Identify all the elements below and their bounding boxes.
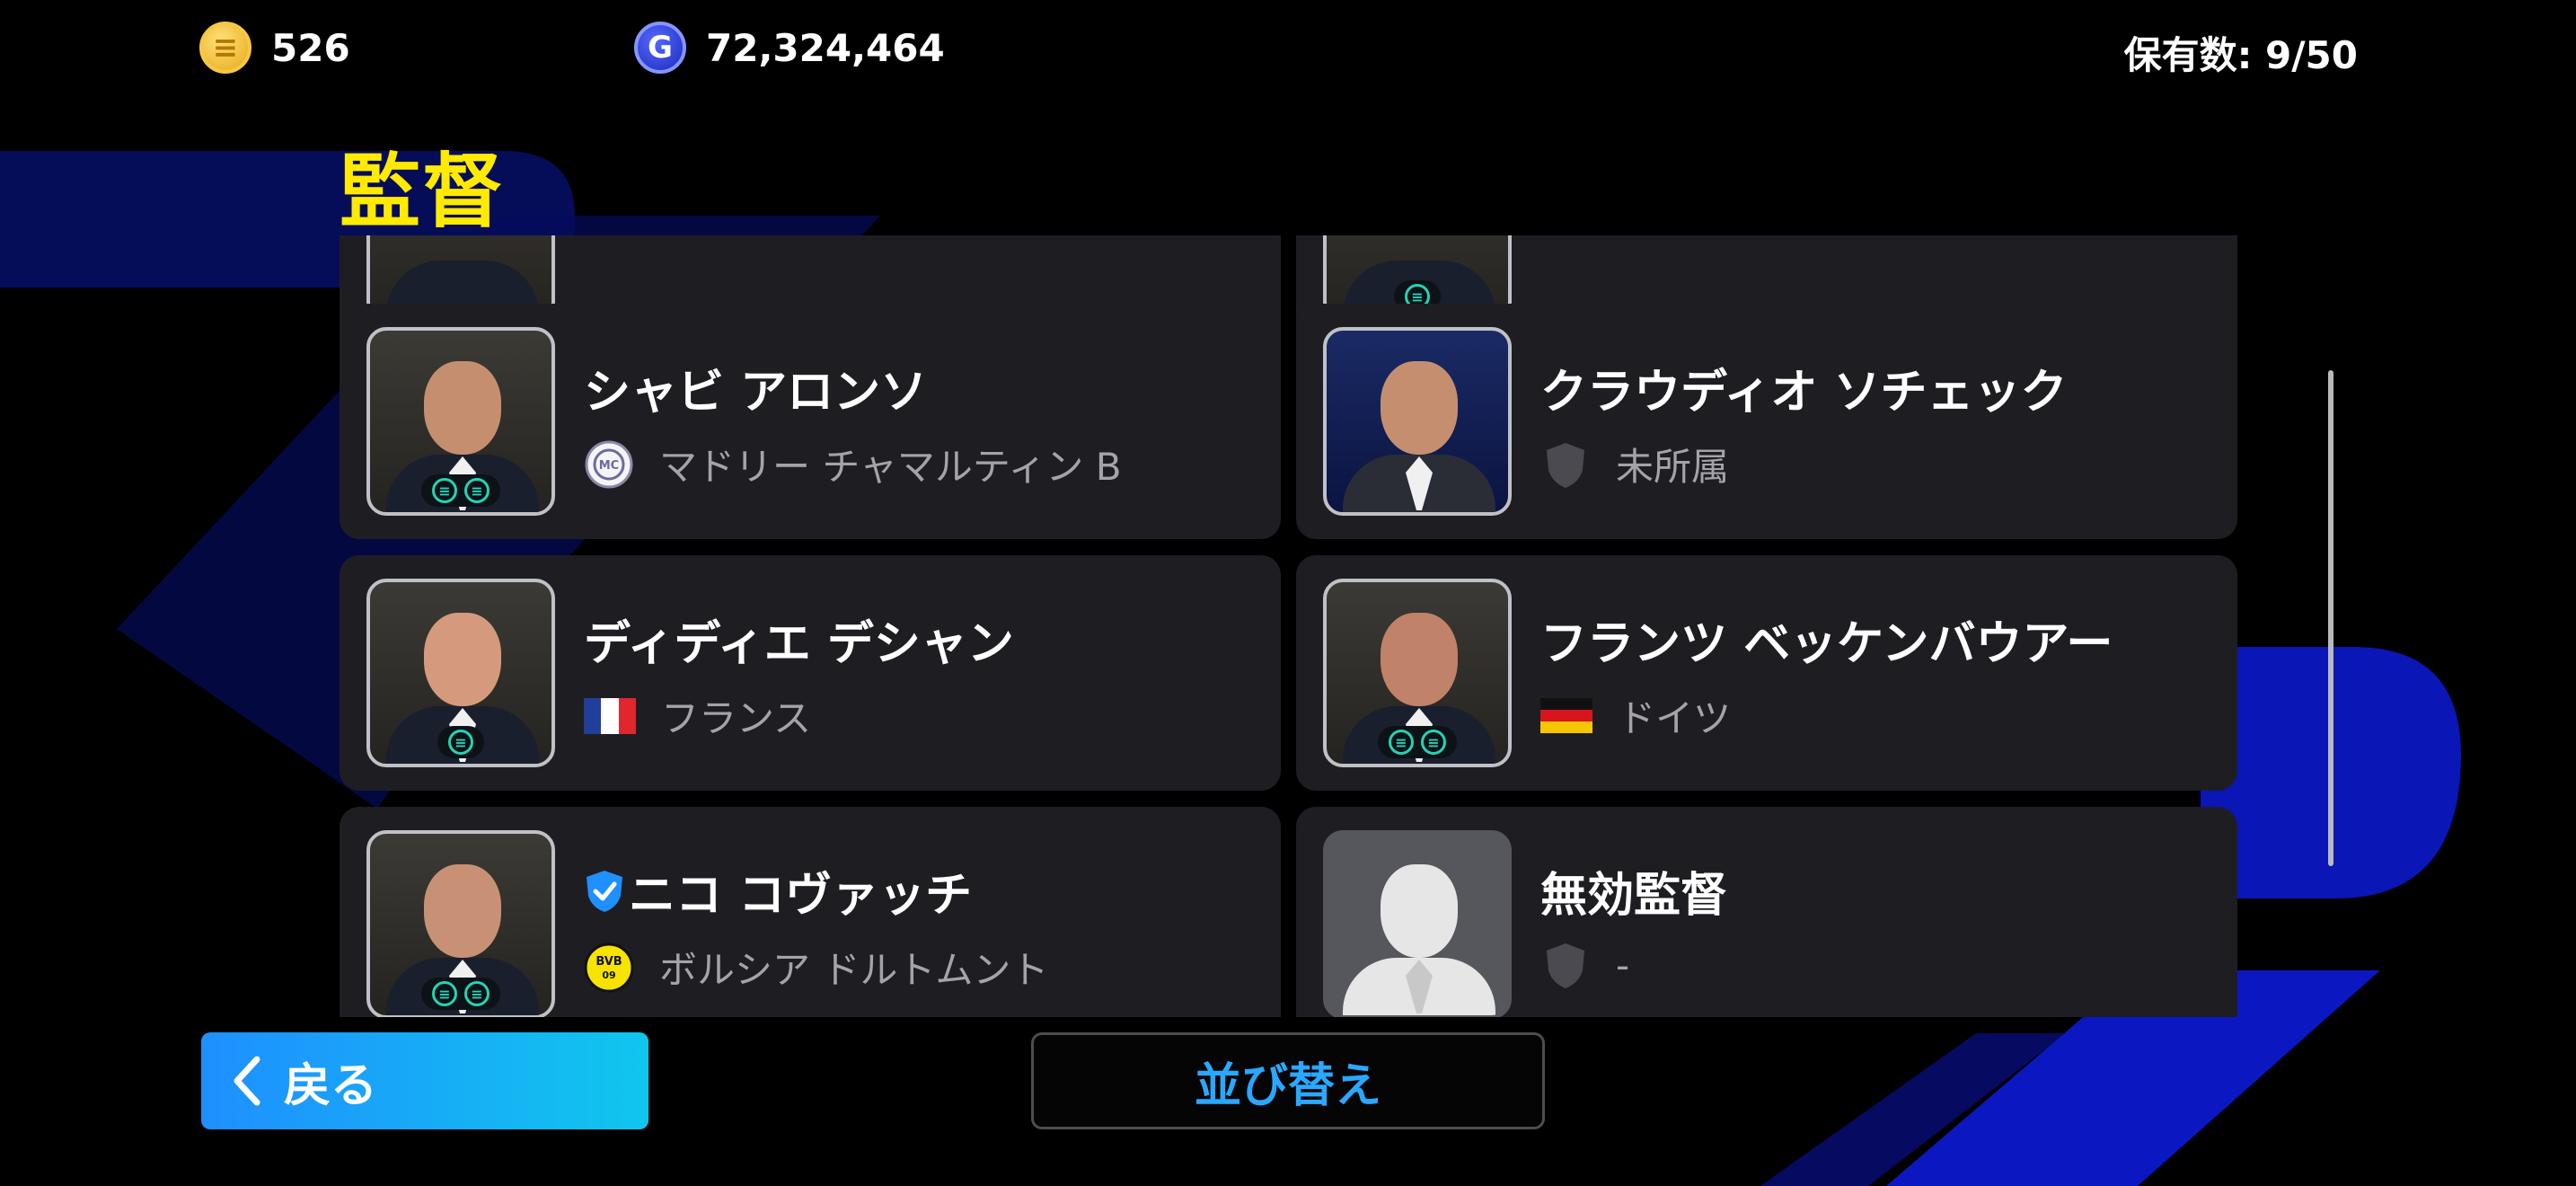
top-bar: ≡ 526 G 72,324,464 保有数: 9/50 <box>0 0 2576 99</box>
manager-name-text: ニコ コヴァッチ <box>629 869 973 923</box>
skill-badges: ≡ ≡ <box>421 978 500 1010</box>
portrait-head <box>1381 613 1458 706</box>
e-badge-icon: ≡ <box>464 981 490 1006</box>
empty-shield-icon <box>1540 940 1591 990</box>
manager-name: クラウディオ ソチェック <box>1540 354 2067 421</box>
manager-name: ニコ コヴァッチ <box>584 857 972 925</box>
manager-team: BVB 09 ボルシア ドルトムント <box>584 940 1048 995</box>
manager-card[interactable]: ≡ ≡ フランツ ベッケンバウアー ドイツ <box>1296 555 2237 791</box>
sort-button-label: 並び替え <box>1194 1058 1381 1113</box>
manager-name-text: 無効監督 <box>1540 869 1728 923</box>
sort-button[interactable]: 並び替え <box>1031 1032 1545 1129</box>
e-badge-icon: ≡ <box>432 981 457 1006</box>
portrait-head <box>424 613 501 706</box>
germany-flag-icon <box>1540 697 1592 734</box>
manager-card[interactable]: ≡ ≡ シャビ アロンソ MC マドリー チャマルティン B <box>340 304 1281 539</box>
manager-name-text: ディディエ デシャン <box>584 617 1014 671</box>
manager-name-text: フランツ ベッケンバウアー <box>1540 617 2113 671</box>
manager-name: ディディエ デシャン <box>584 606 1014 673</box>
manager-name: フランツ ベッケンバウアー <box>1540 606 2113 673</box>
manager-portrait-placeholder <box>1323 830 1512 1017</box>
portrait-head <box>1381 361 1458 455</box>
gp-balance: G 72,324,464 <box>634 22 945 74</box>
coin-value: 526 <box>271 25 350 70</box>
france-flag-icon <box>584 697 636 734</box>
manager-card[interactable]: ≡ ≡ ニコ コヴァッチ BVB 09 ボルシア ドルトムント <box>340 807 1281 1017</box>
empty-shield-icon <box>1540 439 1591 490</box>
manager-team: ドイツ <box>1540 688 1731 743</box>
portrait-head <box>424 864 501 958</box>
back-button[interactable]: 戻る <box>201 1032 648 1129</box>
skill-badges: ≡ ≡ <box>1378 726 1457 758</box>
e-badge-icon: ≡ <box>448 730 473 755</box>
bvb-crest-icon: BVB 09 <box>584 943 634 993</box>
silhouette-head <box>1381 864 1458 958</box>
e-badge-icon: ≡ <box>1421 730 1446 755</box>
team-name: フランス <box>661 696 812 740</box>
scrollbar[interactable] <box>2328 370 2333 866</box>
holdings-count: 保有数: 9/50 <box>2123 33 2358 77</box>
manager-card[interactable]: クラウディオ ソチェック 未所属 <box>1296 304 2237 539</box>
skill-badges: ≡ ≡ <box>421 474 500 507</box>
e-badge-icon: ≡ <box>432 478 457 503</box>
gp-value: 72,324,464 <box>706 25 945 70</box>
manager-name: 無効監督 <box>1540 857 1727 925</box>
verified-shield-icon <box>584 869 625 914</box>
team-name: - <box>1616 943 1630 987</box>
manager-portrait <box>1323 327 1512 516</box>
manager-card[interactable]: 無効監督 - <box>1296 807 2237 1017</box>
chevron-left-icon <box>234 1056 260 1106</box>
manager-portrait: ≡ <box>366 579 555 767</box>
svg-text:MC: MC <box>599 459 619 473</box>
manager-name-text: シャビ アロンソ <box>584 366 928 420</box>
team-name: 未所属 <box>1616 445 1730 489</box>
team-name: ドイツ <box>1618 696 1732 740</box>
portrait-head <box>424 361 501 455</box>
gp-coin-icon: G <box>634 22 686 74</box>
manager-portrait: ≡ ≡ <box>366 327 555 516</box>
manager-portrait: ≡ ≡ <box>1323 579 1512 767</box>
manager-team: - <box>1540 940 1629 990</box>
page-title: 監督 <box>340 145 505 239</box>
skill-badges: ≡ <box>437 726 484 758</box>
svg-text:09: 09 <box>602 969 615 981</box>
team-name: マドリー チャマルティン B <box>659 445 1122 489</box>
manager-team: MC マドリー チャマルティン B <box>584 437 1122 491</box>
team-name: ボルシア ドルトムント <box>659 948 1049 992</box>
svg-text:BVB: BVB <box>595 955 622 969</box>
manager-team: 未所属 <box>1540 437 1729 491</box>
manager-name-text: クラウディオ ソチェック <box>1540 366 2068 420</box>
club-crest-icon: MC <box>584 439 634 490</box>
manager-card[interactable]: ≡ ディディエ デシャン フランス <box>340 555 1281 791</box>
back-button-label: 戻る <box>284 1058 378 1113</box>
manager-team: フランス <box>584 688 811 743</box>
coin-balance: ≡ 526 <box>199 22 350 74</box>
manager-portrait: ≡ ≡ <box>366 830 555 1017</box>
e-badge-icon: ≡ <box>464 478 490 503</box>
manager-list[interactable]: ≡ ≡ ≡ シャビ アロンソ MC マドリー チャマルティン B クラウディオ <box>340 235 2239 1017</box>
e-coin-icon: ≡ <box>199 22 251 74</box>
e-badge-icon: ≡ <box>1389 730 1414 755</box>
manager-name: シャビ アロンソ <box>584 354 927 421</box>
